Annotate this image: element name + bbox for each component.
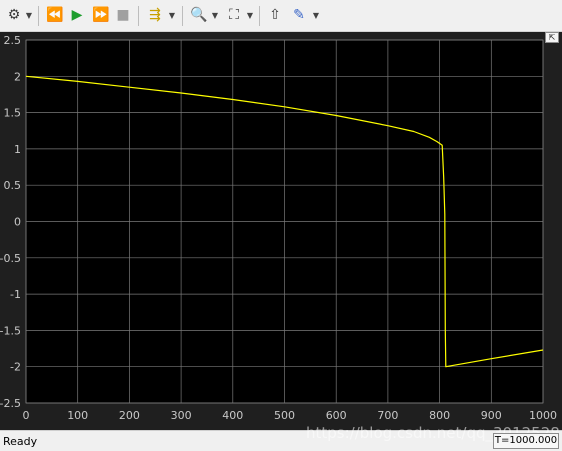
x-tick-label: 900 <box>481 409 502 422</box>
y-tick-label: 1 <box>14 143 21 156</box>
x-tick-label: 1000 <box>529 409 557 422</box>
toolbar-separator <box>38 6 39 26</box>
y-tick-label: 2.5 <box>4 34 22 47</box>
y-tick-label: -2 <box>10 361 21 374</box>
step-forward-icon[interactable]: ⏩ <box>92 6 110 24</box>
x-tick-label: 200 <box>119 409 140 422</box>
status-bar: Ready https://blog.csdn.net/qq_3012528 T… <box>0 424 562 451</box>
toolbar-separator <box>138 6 139 26</box>
toolbar-separator <box>182 6 183 26</box>
undock-icon[interactable]: ⇱ <box>545 32 559 43</box>
x-tick-label: 800 <box>429 409 450 422</box>
style-icon[interactable]: ✎ <box>290 6 308 24</box>
status-text: Ready <box>3 435 38 448</box>
simulation-time: T=1000.000 <box>493 433 559 449</box>
stop-icon[interactable]: ■ <box>114 6 132 24</box>
fit-to-view-icon[interactable]: ⛶ <box>225 6 243 24</box>
highlight-dropdown-icon[interactable]: ▼ <box>168 10 176 20</box>
x-tick-label: 0 <box>23 409 30 422</box>
toolbar: ⚙ ▼ ⏪ ▶ ⏩ ■ ⇶ ▼ 🔍 ▼ ⛶ ▼ ⇧ ✎ ▼ <box>0 0 562 32</box>
style-dropdown-icon[interactable]: ▼ <box>312 10 320 20</box>
settings-icon[interactable]: ⚙ <box>5 6 23 24</box>
y-tick-label: -2.5 <box>0 397 21 410</box>
zoom-icon[interactable]: 🔍 <box>190 6 208 24</box>
y-tick-label: -1.5 <box>0 324 21 337</box>
step-back-icon[interactable]: ⏪ <box>46 6 64 24</box>
settings-dropdown-icon[interactable]: ▼ <box>25 10 33 20</box>
x-tick-label: 300 <box>171 409 192 422</box>
scope-plot[interactable]: 0 100 200 300 400 500 600 700 800 900 1000 2.5 2 1.5 1… <box>0 32 562 430</box>
y-tick-label: -1 <box>10 288 21 301</box>
scope-chart[interactable]: 0 100 200 300 400 500 600 700 800 900 1000 2.5 2 1.5 1… <box>0 32 562 430</box>
y-tick-label: 2 <box>14 70 21 83</box>
y-tick-label: -0.5 <box>0 252 21 265</box>
x-tick-label: 600 <box>326 409 347 422</box>
y-tick-label: 0.5 <box>4 179 22 192</box>
x-tick-label: 100 <box>67 409 88 422</box>
y-tick-label: 0 <box>14 216 21 229</box>
y-tick-label: 1.5 <box>4 107 22 120</box>
triggers-icon[interactable]: ⇧ <box>266 6 284 24</box>
x-tick-label: 500 <box>274 409 295 422</box>
x-tick-label: 700 <box>377 409 398 422</box>
highlight-signal-icon[interactable]: ⇶ <box>146 6 164 24</box>
x-tick-label: 400 <box>222 409 243 422</box>
toolbar-separator <box>259 6 260 26</box>
run-icon[interactable]: ▶ <box>68 6 86 24</box>
zoom-dropdown-icon[interactable]: ▼ <box>211 10 219 20</box>
fit-dropdown-icon[interactable]: ▼ <box>246 10 254 20</box>
